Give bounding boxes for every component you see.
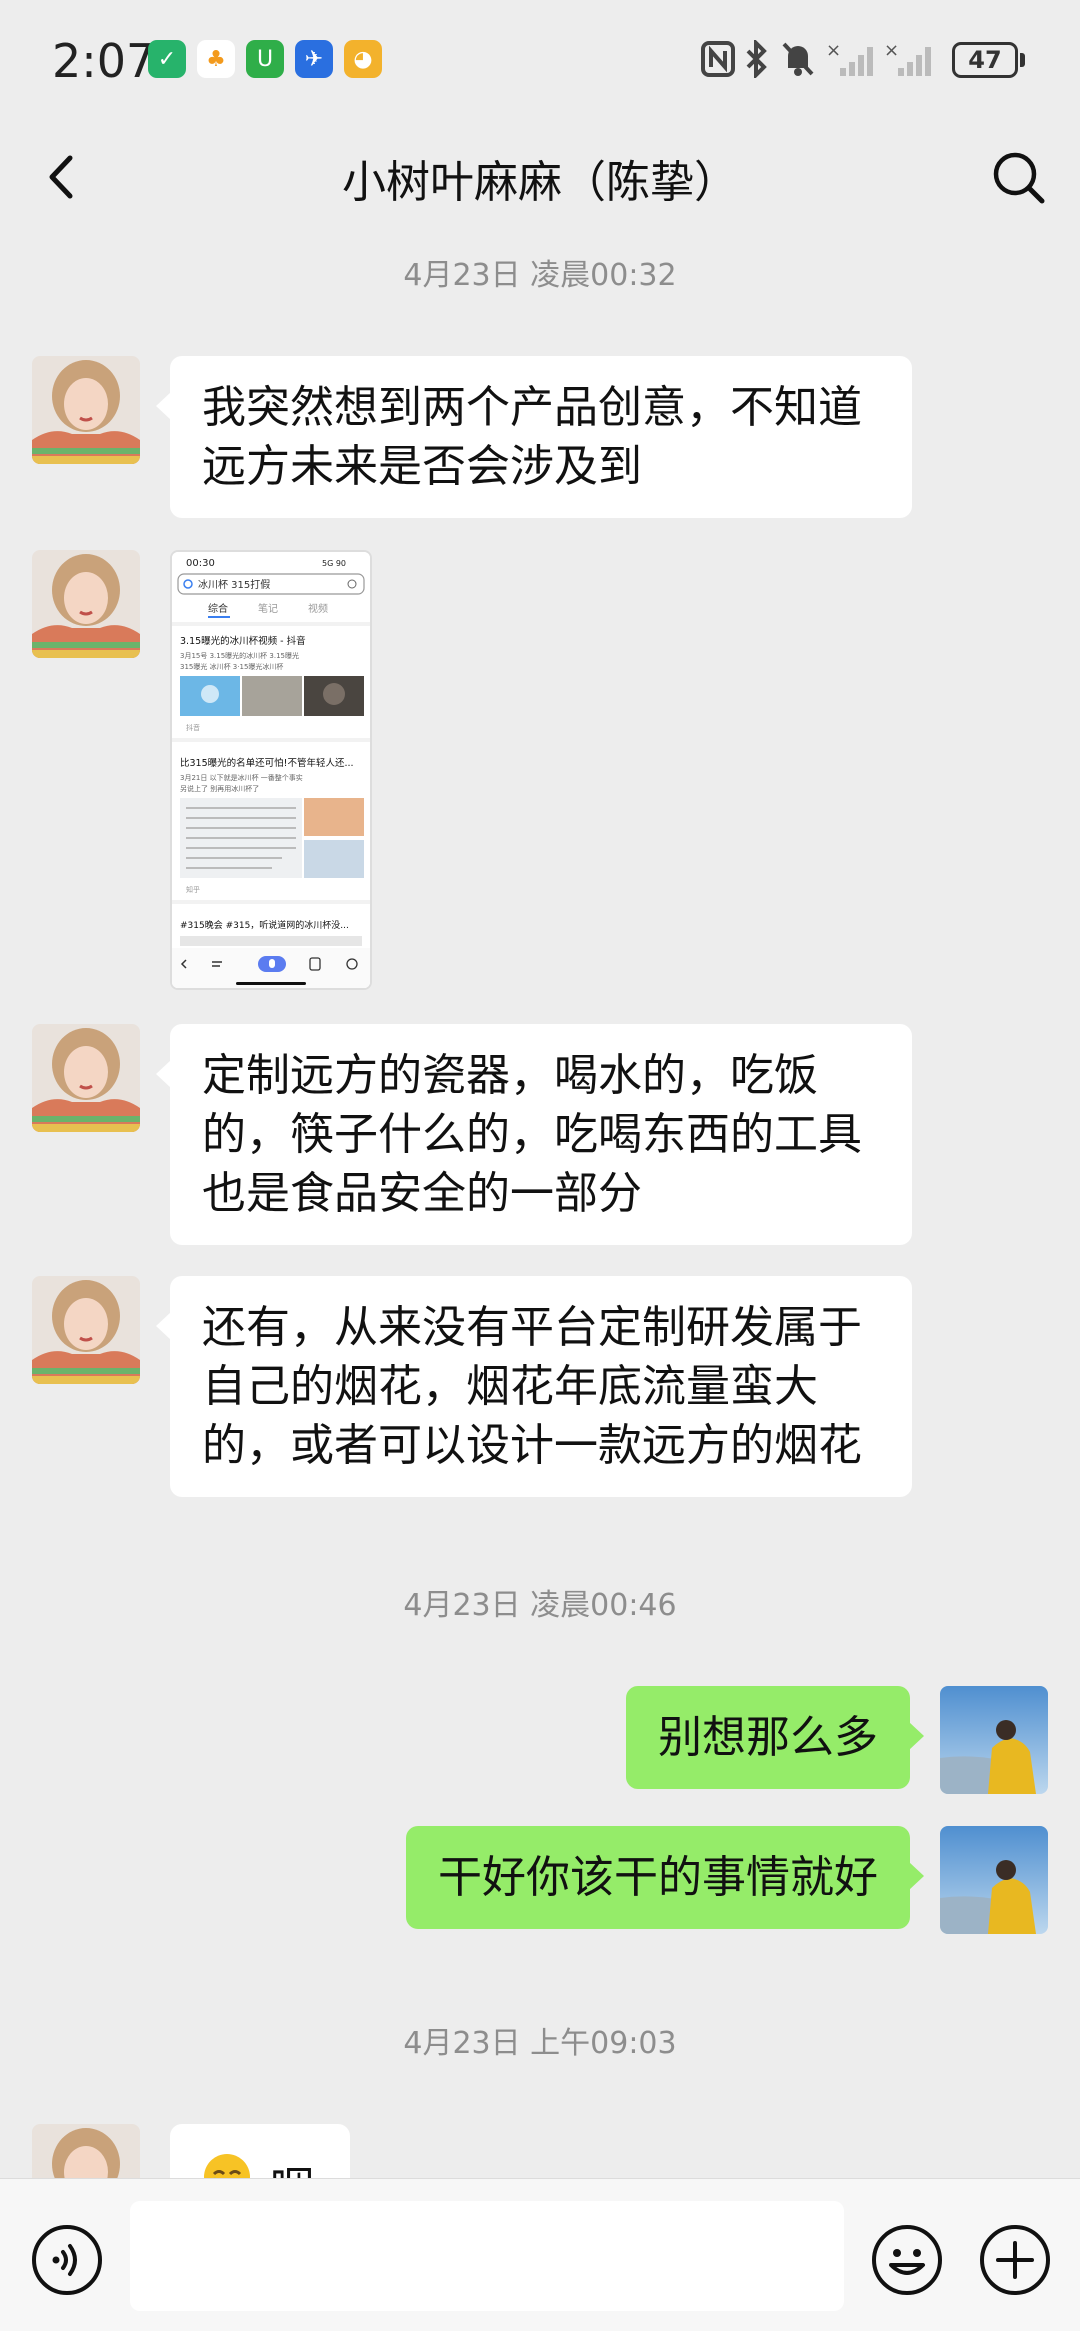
status-bar: 2:07 ✓ ♣ U ✈ ◕ × × 47 bbox=[0, 0, 1080, 122]
shot-result-title: #315晚会 #315，听说道网的冰川杯没... bbox=[180, 919, 349, 931]
more-options-button[interactable] bbox=[978, 2223, 1052, 2297]
shot-result-line: 另说上了 别再用冰川杯了 bbox=[180, 784, 259, 793]
shot-time: 00:30 bbox=[186, 558, 215, 569]
my-avatar[interactable] bbox=[940, 1686, 1048, 1794]
svg-text:×: × bbox=[884, 40, 899, 61]
contact-avatar[interactable] bbox=[32, 1276, 140, 1384]
message-input[interactable] bbox=[130, 2201, 844, 2311]
shot-result-title: 比315曝光的名单还可怕!不管年轻人还... bbox=[180, 757, 354, 769]
battery-level: 47 bbox=[968, 46, 1002, 74]
app-2-icon: ♣ bbox=[197, 40, 235, 78]
message-bubble[interactable]: 我突然想到两个产品创意，不知道 远方未来是否会涉及到 bbox=[156, 356, 912, 518]
shot-tab: 笔记 bbox=[258, 602, 278, 615]
timestamp: 4月23日 凌晨00:32 bbox=[403, 258, 677, 293]
shot-result-line: 3月15号 3.15曝光的冰川杯 3.15曝光 bbox=[180, 651, 299, 660]
contact-avatar[interactable] bbox=[32, 1024, 140, 1132]
message-bubble-sent[interactable]: 别想那么多 bbox=[626, 1686, 924, 1789]
input-bar bbox=[0, 2178, 1080, 2331]
svg-text:×: × bbox=[826, 40, 841, 61]
emoji-button[interactable] bbox=[870, 2223, 944, 2297]
shot-signal: 5G 90 bbox=[322, 559, 346, 568]
shot-tab: 综合 bbox=[208, 602, 228, 615]
signal-2-icon: × bbox=[884, 40, 931, 76]
bluetooth-icon bbox=[746, 40, 767, 78]
message-bubble[interactable]: 还有，从来没有平台定制研发属于 自己的烟花，烟花年底流量蛮大 的，或者可以设计一… bbox=[156, 1276, 912, 1497]
app-5-icon: ◕ bbox=[344, 40, 382, 78]
app-3-icon: U bbox=[246, 40, 284, 78]
app-4-icon: ✈ bbox=[295, 40, 333, 78]
back-button[interactable] bbox=[34, 146, 94, 208]
voice-input-button[interactable] bbox=[30, 2223, 104, 2297]
status-time: 2:07 bbox=[52, 34, 156, 88]
battery-tip bbox=[1020, 53, 1025, 67]
battery-icon: 47 bbox=[952, 42, 1018, 78]
signal-1-icon: × bbox=[826, 40, 873, 76]
contact-avatar[interactable] bbox=[32, 550, 140, 658]
app-1-icon: ✓ bbox=[148, 40, 186, 78]
nfc-icon bbox=[701, 41, 735, 77]
shot-query: 冰川杯 315打假 bbox=[198, 578, 270, 591]
mute-bell-icon bbox=[782, 42, 814, 76]
search-button[interactable] bbox=[988, 146, 1048, 208]
shot-result-line: 3月21日 以下就是冰川杯 一番整个事实 bbox=[180, 773, 303, 782]
shot-result-source: 抖音 bbox=[186, 723, 200, 732]
shot-result-line: 315曝光 冰川杯 3·15曝光冰川杯 bbox=[180, 662, 283, 671]
screenshot-image-message[interactable]: 00:30 5G 90 冰川杯 315打假 综合 笔记 视频 3.15曝光的冰川… bbox=[170, 550, 372, 990]
message-bubble[interactable]: 定制远方的瓷器，喝水的，吃饭 的，筷子什么的，吃喝东西的工具 也是食品安全的一部… bbox=[156, 1024, 912, 1245]
message-bubble-sent[interactable]: 干好你该干的事情就好 bbox=[406, 1826, 924, 1929]
my-avatar[interactable] bbox=[940, 1826, 1048, 1934]
shot-result-source: 知乎 bbox=[186, 885, 200, 894]
timestamp: 4月23日 上午09:03 bbox=[403, 2026, 677, 2061]
timestamp: 4月23日 凌晨00:46 bbox=[403, 1588, 677, 1623]
shot-result-title: 3.15曝光的冰川杯视频 - 抖音 bbox=[180, 635, 306, 647]
chat-title: 小树叶麻麻（陈挚） bbox=[342, 157, 738, 208]
nav-bar: 小树叶麻麻（陈挚） bbox=[0, 122, 1080, 232]
contact-avatar[interactable] bbox=[32, 356, 140, 464]
shot-tab: 视频 bbox=[308, 602, 328, 615]
